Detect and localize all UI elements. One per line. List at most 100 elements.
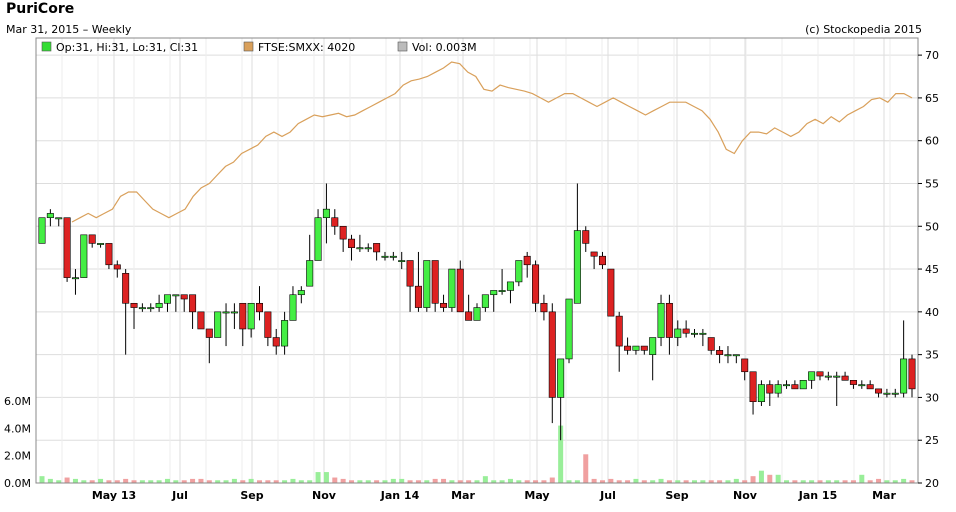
candle-body (138, 307, 146, 310)
date-tick-label: May (524, 489, 549, 502)
candle-body (783, 384, 791, 387)
candle-body (690, 332, 698, 335)
volume-bar (658, 478, 664, 483)
candle-body (908, 358, 916, 390)
volume-bar (98, 478, 104, 483)
volume-bar (231, 478, 237, 483)
candle-body (356, 247, 364, 250)
candle-body (640, 345, 648, 351)
volume-bar (248, 478, 254, 483)
candle-body (548, 311, 556, 398)
candle-body (230, 311, 238, 314)
candle-body (598, 255, 606, 266)
candle-body (766, 384, 774, 394)
candle-body (113, 264, 121, 270)
candle-body (875, 388, 883, 394)
volume-bar (72, 478, 78, 483)
price-chart: 7065605550454035302520 6.0M4.0M2.0M0.0M … (4, 37, 939, 502)
price-tick-label: 40 (925, 306, 939, 319)
candle-body (724, 354, 732, 357)
candle-body (364, 247, 372, 250)
candle-body (239, 302, 247, 330)
volume-bar (340, 478, 346, 483)
candle-body (732, 354, 740, 357)
candle-body (247, 302, 255, 330)
volume-bar (123, 478, 129, 483)
volume-bar (859, 474, 865, 483)
date-tick-label: Sep (240, 489, 263, 502)
candle-body (456, 268, 464, 313)
index-line-layer (71, 61, 913, 223)
candle-body (473, 307, 481, 321)
candle-body (255, 302, 263, 313)
date-tick-label: May 13 (92, 489, 136, 502)
candle-body (163, 294, 171, 304)
volume-bar (190, 478, 196, 483)
candle-body (46, 213, 54, 219)
price-tick-label: 50 (925, 220, 939, 233)
candle-body (322, 208, 330, 219)
candle-body (414, 285, 422, 308)
candle-body (373, 243, 381, 253)
legend-swatch (41, 41, 52, 52)
candle-body (699, 332, 707, 335)
legend-swatch (397, 41, 408, 52)
candle-body (816, 371, 824, 377)
candle-body (264, 311, 272, 338)
candle-body (406, 260, 414, 287)
candle-body (841, 375, 849, 381)
price-tick-label: 25 (925, 434, 939, 447)
candle-body (808, 371, 816, 381)
volume-bar (767, 474, 773, 483)
candle-body (423, 260, 431, 308)
candle-body (757, 384, 765, 403)
candle-body (431, 260, 439, 304)
date-tick-label: Nov (733, 489, 758, 502)
volume-bar (432, 478, 438, 483)
candle-body (205, 328, 213, 338)
candle-body (490, 290, 498, 296)
price-tick-label: 60 (925, 135, 939, 148)
price-axis: 70 65 60 55 50 45 40 35 30 25 20 (918, 49, 939, 490)
price-tick-label: 55 (925, 177, 939, 190)
volume-bar (507, 478, 513, 483)
volume-bar (390, 478, 396, 483)
date-tick-label: Jan 15 (798, 489, 837, 502)
candle-body (172, 294, 180, 297)
legend-label: Op:31, Hi:31, Lo:31, Cl:31 (56, 41, 198, 54)
plot-border (35, 37, 919, 484)
candle-body (506, 281, 514, 291)
candle-body (665, 302, 673, 338)
volume-bar (164, 478, 170, 483)
date-axis: May 13 Jul Sep Nov Jan 14 Mar May Jul Sep Nov Jan … (92, 489, 897, 502)
volume-bar (64, 477, 70, 483)
candle-body (105, 243, 113, 266)
legend-label: Vol: 0.003M (412, 41, 477, 54)
legend-label: FTSE:SMXX: 4020 (258, 41, 355, 54)
candle-body (214, 311, 222, 338)
price-tick-label: 70 (925, 49, 939, 62)
candle-body (465, 311, 473, 321)
candle-body (607, 268, 615, 317)
volume-bar (591, 478, 597, 483)
candle-body (590, 251, 598, 257)
candle-body (532, 264, 540, 304)
volume-bar (876, 478, 882, 483)
candle-body (381, 255, 389, 258)
candle-body (222, 311, 230, 314)
legend-swatch (243, 41, 254, 52)
candle-body (440, 302, 448, 308)
candle-body (297, 290, 305, 296)
candle-body (398, 260, 406, 263)
candle-body (272, 337, 280, 347)
volume-bar (399, 478, 405, 483)
candle-body (389, 255, 397, 258)
candle-body (189, 294, 197, 313)
volume-tick-label: 0.0M (4, 477, 31, 490)
candle-body (557, 358, 565, 398)
candle-body (515, 260, 523, 283)
candle-body (331, 217, 339, 227)
candle-body (155, 302, 163, 308)
date-tick-label: Sep (665, 489, 688, 502)
volume-bar (633, 478, 639, 483)
